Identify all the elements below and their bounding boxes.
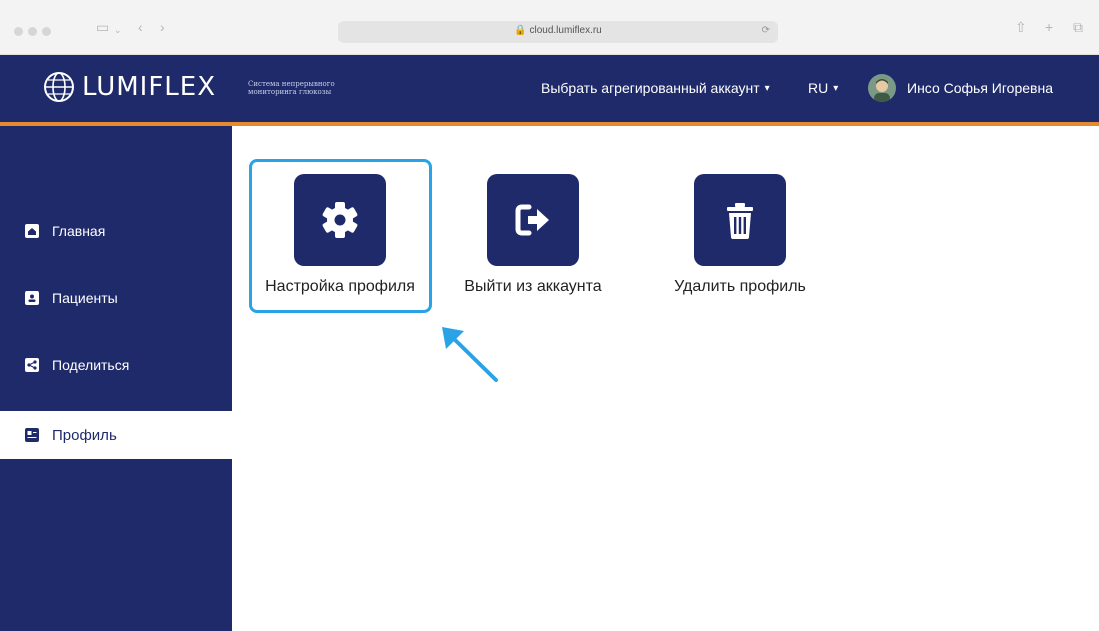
pointer-arrow-icon bbox=[442, 327, 498, 382]
address-bar[interactable]: 🔒 cloud.lumiflex.ru ⟳ bbox=[338, 21, 778, 43]
tile-label: Выйти из аккаунта bbox=[464, 278, 602, 295]
avatar[interactable] bbox=[868, 74, 896, 102]
chevron-down-icon: ▾ bbox=[764, 82, 770, 94]
back-icon[interactable]: ‹ bbox=[138, 20, 143, 34]
window-controls[interactable] bbox=[14, 27, 51, 36]
zoom-window-dot[interactable] bbox=[42, 27, 51, 36]
sidebar-item-profile[interactable]: Профиль bbox=[0, 411, 232, 459]
tile-label: Удалить профиль bbox=[674, 278, 806, 295]
close-window-dot[interactable] bbox=[14, 27, 23, 36]
trash-icon bbox=[727, 203, 753, 239]
tabs-overview-icon[interactable]: ⧉ bbox=[1073, 20, 1083, 34]
sidebar-item-share[interactable]: Поделиться bbox=[0, 341, 232, 389]
logo-text: LUMIFLEX bbox=[82, 72, 217, 102]
sidebar-item-label: Профиль bbox=[52, 426, 117, 444]
sidebar-item-label: Поделиться bbox=[52, 357, 130, 373]
profile-icon bbox=[25, 428, 39, 442]
app-logo[interactable]: LUMIFLEX bbox=[42, 70, 216, 104]
chevron-down-icon: ▾ bbox=[833, 82, 839, 94]
delete-profile-tile[interactable]: Удалить профиль bbox=[640, 174, 840, 296]
language-label: RU bbox=[808, 80, 829, 96]
logout-button[interactable] bbox=[487, 174, 579, 266]
sidebar-item-label: Пациенты bbox=[52, 290, 118, 306]
new-tab-icon[interactable]: + bbox=[1045, 20, 1053, 34]
sidebar-toggle-icon[interactable]: ▭ bbox=[96, 20, 109, 34]
minimize-window-dot[interactable] bbox=[28, 27, 37, 36]
user-menu[interactable]: Инсо Софья Игоревна bbox=[907, 80, 1053, 96]
share-icon bbox=[25, 358, 39, 372]
home-icon bbox=[25, 224, 39, 238]
app-tagline: Система непрерывного мониторинга глюкозы bbox=[248, 80, 335, 96]
highlight-frame bbox=[249, 159, 432, 313]
sidebar-item-label: Главная bbox=[52, 223, 106, 239]
logout-icon bbox=[515, 204, 549, 236]
address-url: 🔒 cloud.lumiflex.ru bbox=[514, 25, 602, 36]
language-dropdown[interactable]: RU ▾ bbox=[808, 80, 838, 96]
account-select-label: Выбрать агрегированный аккаунт bbox=[541, 80, 760, 96]
logo-globe-icon bbox=[44, 72, 74, 102]
reload-icon[interactable]: ⟳ bbox=[762, 25, 770, 36]
account-select-dropdown[interactable]: Выбрать агрегированный аккаунт ▾ bbox=[541, 80, 770, 96]
avatar-image bbox=[874, 79, 890, 102]
delete-profile-button[interactable] bbox=[694, 174, 786, 266]
logout-tile[interactable]: Выйти из аккаунта bbox=[447, 174, 619, 296]
user-name: Инсо Софья Игоревна bbox=[907, 80, 1053, 96]
chevron-down-icon[interactable]: ⌄ bbox=[114, 23, 122, 37]
sidebar-item-home[interactable]: Главная bbox=[0, 207, 232, 255]
sidebar-item-patients[interactable]: Пациенты bbox=[0, 274, 232, 322]
forward-icon[interactable]: › bbox=[160, 20, 165, 34]
id-card-icon bbox=[25, 291, 39, 305]
share-page-icon[interactable]: ⇧ bbox=[1015, 20, 1027, 34]
browser-toolbar: ▭ ⌄ ‹ › 🔒 cloud.lumiflex.ru ⟳ ⇧ + ⧉ bbox=[0, 0, 1099, 55]
